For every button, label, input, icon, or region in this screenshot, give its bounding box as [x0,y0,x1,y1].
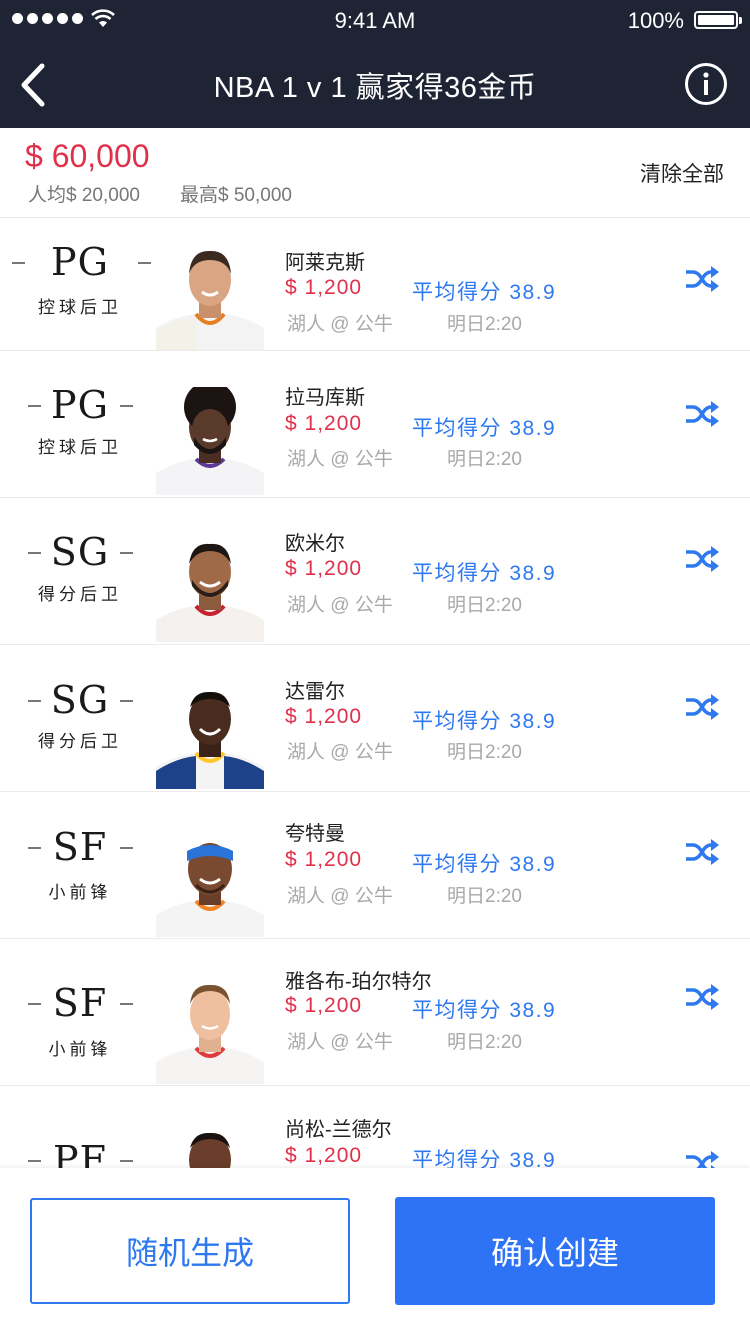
position-code: PG [51,383,109,427]
position-code: SF [52,981,108,1025]
average-score: 平均得分 38.9 [412,710,557,733]
position-name: 控球后卫 [38,438,122,457]
match-info: 湖人 @ 公牛 [287,314,393,335]
match-info: 湖人 @ 公牛 [287,449,393,470]
average-score: 平均得分 38.9 [412,999,557,1022]
player-price: $ 1,200 [285,557,363,580]
battery-icon [694,11,742,29]
average-score: 平均得分 38.9 [412,417,557,440]
position-code: SF [52,825,108,869]
top-bar: 9:41 AM 100% NBA 1 v 1 赢家得36金币 [0,0,750,128]
player-name: 拉马库斯 [285,387,365,409]
shuffle-icon[interactable] [684,265,720,293]
position-name: 小前锋 [48,1040,112,1059]
player-price: $ 1,200 [285,848,363,871]
player-price: $ 1,200 [285,705,363,728]
max-budget: 最高$ 50,000 [180,185,292,206]
page-title: NBA 1 v 1 赢家得36金币 [213,72,537,104]
match-info: 湖人 @ 公牛 [287,742,393,763]
player-avatar [156,387,264,495]
match-info: 湖人 @ 公牛 [287,1032,393,1053]
average-score: 平均得分 38.9 [412,853,557,876]
position-name: 得分后卫 [38,585,122,604]
match-info: 湖人 @ 公牛 [287,886,393,907]
nav-bar: NBA 1 v 1 赢家得36金币 [0,40,750,128]
average-budget: 人均$ 20,000 [28,185,140,206]
player-row[interactable]: SG 得分后卫 达雷尔 $ 1,200 平均得分 38.9 湖人 @ 公牛 明日… [0,645,750,792]
average-score: 平均得分 38.9 [412,562,557,585]
position-code: SG [50,530,110,574]
clear-all-button[interactable]: 清除全部 [640,158,724,188]
game-time: 明日2:20 [447,314,522,335]
player-row[interactable]: PG 控球后卫 拉马库斯 $ 1,200 平均得分 38.9 湖人 @ 公牛 明… [0,351,750,498]
player-avatar [156,543,264,642]
position-name: 得分后卫 [38,732,122,751]
game-time: 明日2:20 [447,1032,522,1053]
shuffle-icon[interactable] [684,545,720,573]
shuffle-icon[interactable] [684,693,720,721]
bottom-action-bar: 随机生成 确认创建 [0,1168,750,1334]
player-name: 夸特曼 [285,823,345,845]
game-time: 明日2:20 [447,449,522,470]
player-price: $ 1,200 [285,412,363,435]
player-row[interactable]: SF 小前锋 夸特曼 $ 1,200 平均得分 38.9 湖人 @ 公牛 明日2… [0,792,750,939]
game-time: 明日2:20 [447,886,522,907]
random-generate-button[interactable]: 随机生成 [30,1198,350,1304]
player-name: 达雷尔 [285,681,345,703]
player-row[interactable]: SG 得分后卫 欧米尔 $ 1,200 平均得分 38.9 湖人 @ 公牛 明日… [0,498,750,645]
player-name: 尚松-兰德尔 [285,1119,392,1141]
player-price: $ 1,200 [285,276,363,299]
player-avatar [156,691,264,789]
position-name: 控球后卫 [38,298,122,317]
game-time: 明日2:20 [447,742,522,763]
position-code: SG [50,678,110,722]
game-time: 明日2:20 [447,595,522,616]
shuffle-icon[interactable] [684,838,720,866]
battery-percent: 100% [627,8,684,33]
player-avatar [156,984,264,1084]
player-row[interactable]: SF 小前锋 雅各布-珀尔特尔 $ 1,200 平均得分 38.9 湖人 @ 公… [0,939,750,1086]
match-info: 湖人 @ 公牛 [287,595,393,616]
player-name: 阿莱克斯 [285,252,365,274]
player-price: $ 1,200 [285,1144,363,1167]
position-code: PG [51,240,109,284]
total-budget: $ 60,000 [25,138,150,174]
confirm-create-button[interactable]: 确认创建 [395,1197,715,1305]
shuffle-icon[interactable] [684,983,720,1011]
player-row[interactable]: PG 控球后卫 阿莱克斯 $ 1,200 平均得分 38.9 湖人 @ 公牛 明… [0,218,750,351]
player-name: 雅各布-珀尔特尔 [285,971,432,993]
position-name: 小前锋 [48,883,112,902]
player-avatar [156,843,264,937]
player-name: 欧米尔 [285,533,345,555]
average-score: 平均得分 38.9 [412,281,557,304]
status-bar: 9:41 AM 100% [0,0,750,40]
info-icon[interactable] [684,62,728,106]
budget-summary: $ 60,000 人均$ 20,000 最高$ 50,000 清除全部 [0,128,750,218]
player-avatar [156,250,264,350]
shuffle-icon[interactable] [684,400,720,428]
player-price: $ 1,200 [285,994,363,1017]
